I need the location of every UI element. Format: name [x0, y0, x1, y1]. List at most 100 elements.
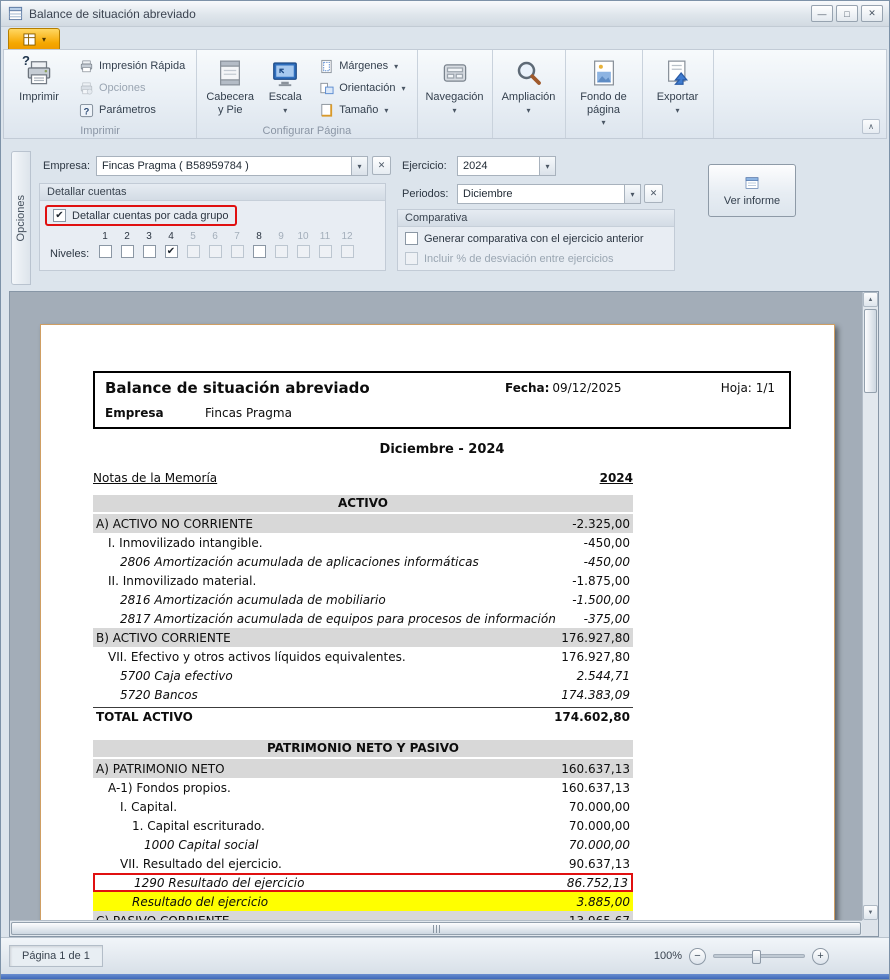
horizontal-scrollbar[interactable] [10, 920, 862, 936]
periodos-combo[interactable]: Diciembre ▾ [457, 184, 641, 204]
report-period-title: Diciembre - 2024 [93, 442, 791, 457]
nivel-checkbox-8[interactable] [253, 245, 266, 258]
navegacion-button[interactable]: Navegación ▾ [423, 52, 487, 132]
detallar-grupo-label: Detallar cuentas por cada grupo [72, 210, 229, 222]
zoom-slider[interactable] [713, 954, 805, 958]
generar-comparativa-row: Generar comparativa con el ejercicio ant… [405, 232, 644, 245]
magnifier-icon [513, 57, 545, 89]
close-button[interactable]: ✕ [861, 5, 883, 22]
file-menu-tab[interactable]: ▾ [8, 28, 60, 49]
ribbon-collapse-button[interactable]: ∧ [862, 119, 880, 134]
report-row: 5720 Bancos174.383,09 [93, 685, 633, 704]
scroll-down-button[interactable]: ▼ [863, 905, 878, 920]
row-label: 1290 Resultado del ejercicio [98, 876, 304, 890]
zoom-slider-thumb[interactable] [752, 950, 761, 964]
zoom-out-button[interactable]: − [689, 948, 706, 965]
orientacion-button[interactable]: Orientación ▾ [312, 78, 411, 98]
chevron-down-icon[interactable]: ▾ [624, 185, 640, 203]
horizontal-scroll-thumb[interactable] [11, 922, 861, 935]
empresa-combo[interactable]: Fincas Pragma ( B58959784 ) ▾ [96, 156, 368, 176]
configurar-small-buttons: Márgenes ▾ Orientación ▾ T [312, 52, 411, 120]
row-value: -2.325,00 [572, 517, 630, 531]
report-title: Balance de situación abreviado [105, 379, 370, 397]
row-value: 160.637,13 [561, 781, 630, 795]
nivel-checkbox-9 [275, 245, 288, 258]
report-row: 1. Capital escriturado.70.000,00 [93, 816, 633, 835]
chevron-down-icon[interactable]: ▾ [539, 157, 555, 175]
nivel-number: 4 [168, 231, 174, 242]
chevron-down-icon: ▾ [384, 106, 388, 115]
tamano-button[interactable]: Tamaño ▾ [312, 100, 411, 120]
report-row: A) ACTIVO NO CORRIENTE-2.325,00 [93, 514, 633, 533]
ejercicio-combo[interactable]: 2024 ▾ [457, 156, 556, 176]
options-content: Empresa: Fincas Pragma ( B58959784 ) ▾ ✕… [31, 147, 881, 289]
row-label: II. Inmovilizado material. [96, 574, 256, 588]
close-icon: ✕ [378, 160, 386, 171]
report-sheet-label: Hoja: [721, 381, 752, 395]
orientacion-label: Orientación [339, 82, 395, 94]
row-label: I. Inmovilizado intangible. [96, 536, 263, 550]
nivel-checkbox-4[interactable]: ✔ [165, 245, 178, 258]
imprimir-button[interactable]: ? Imprimir [9, 52, 69, 124]
options-vertical-tab[interactable]: Opciones [11, 151, 31, 285]
row-value: 176.927,80 [561, 631, 630, 645]
margenes-button[interactable]: Márgenes ▾ [312, 56, 411, 76]
nivel-checkbox-11 [319, 245, 332, 258]
vertical-scrollbar[interactable]: ▲ ▼ [862, 292, 878, 920]
nivel-column: 12 [336, 231, 358, 258]
exportar-button[interactable]: Exportar ▾ [648, 52, 708, 132]
chevron-down-icon: ▾ [42, 35, 46, 44]
nivel-checkbox-6 [209, 245, 222, 258]
desviacion-label: Incluir % de desviación entre ejercicios [424, 253, 614, 265]
dropdown-glyph: ▾ [545, 162, 549, 171]
vertical-scroll-thumb[interactable] [864, 309, 877, 393]
detallar-grupo-checkbox[interactable]: ✔ [53, 209, 66, 222]
row-label: A-1) Fondos propios. [96, 781, 231, 795]
minimize-button[interactable]: — [811, 5, 833, 22]
maximize-button[interactable]: □ [836, 5, 858, 22]
svg-text:?: ? [83, 106, 89, 116]
margenes-label: Márgenes [339, 60, 388, 72]
impresion-rapida-label: Impresión Rápida [99, 60, 185, 72]
nivel-number: 8 [256, 231, 262, 242]
row-value: -375,00 [584, 612, 630, 626]
ver-informe-button[interactable]: Ver informe [708, 164, 796, 217]
preview-canvas[interactable]: Balance de situación abreviado Fecha:09/… [10, 292, 862, 920]
nivel-checkbox-2[interactable] [121, 245, 134, 258]
parametros-button[interactable]: ? Parámetros [72, 100, 191, 120]
window-title: Balance de situación abreviado [29, 7, 196, 21]
ribbon-group-configurar-pagina: Cabecera y Pie Escala ▾ Márgenes [197, 50, 417, 138]
report-columns-row: Notas de la Memoría 2024 [93, 471, 633, 485]
empresa-clear-button[interactable]: ✕ [372, 156, 391, 175]
nivel-checkbox-1[interactable] [99, 245, 112, 258]
parametros-label: Parámetros [99, 104, 156, 116]
nivel-checkbox-7 [231, 245, 244, 258]
ribbon: ? Imprimir Impresión Rápida [3, 49, 887, 139]
scroll-up-button[interactable]: ▲ [863, 292, 878, 307]
imprimir-small-buttons: Impresión Rápida Opciones ? Parámetros [72, 52, 191, 120]
nivel-number: 11 [320, 231, 330, 242]
nivel-checkbox-3[interactable] [143, 245, 156, 258]
niveles-label: Niveles: [50, 248, 89, 260]
row-label: 5700 Caja efectivo [96, 669, 233, 683]
row-label: 2817 Amortización acumulada de equipos p… [96, 612, 556, 626]
scrollbar-corner [862, 920, 878, 936]
nivel-column: 5 [182, 231, 204, 258]
cabecera-pie-button[interactable]: Cabecera y Pie [202, 52, 258, 124]
fondo-pagina-button[interactable]: Fondo de página ▾ [571, 52, 637, 132]
zoom-in-button[interactable]: + [812, 948, 829, 965]
impresion-rapida-button[interactable]: Impresión Rápida [72, 56, 191, 76]
report-grid-icon [22, 31, 38, 47]
chevron-down-icon[interactable]: ▾ [351, 157, 367, 175]
periodos-label: Periodos: [402, 188, 448, 200]
ampliacion-button[interactable]: Ampliación ▾ [498, 52, 560, 132]
nivel-number: 12 [341, 231, 352, 242]
periodos-clear-button[interactable]: ✕ [644, 184, 663, 203]
nivel-number: 7 [234, 231, 240, 242]
generar-comparativa-checkbox[interactable] [405, 232, 418, 245]
preview-area: Balance de situación abreviado Fecha:09/… [9, 291, 879, 937]
escala-button[interactable]: Escala ▾ [261, 52, 309, 124]
row-value: -1.875,00 [572, 574, 630, 588]
window-bottom-frame [1, 974, 889, 979]
report-page: Balance de situación abreviado Fecha:09/… [40, 324, 835, 920]
